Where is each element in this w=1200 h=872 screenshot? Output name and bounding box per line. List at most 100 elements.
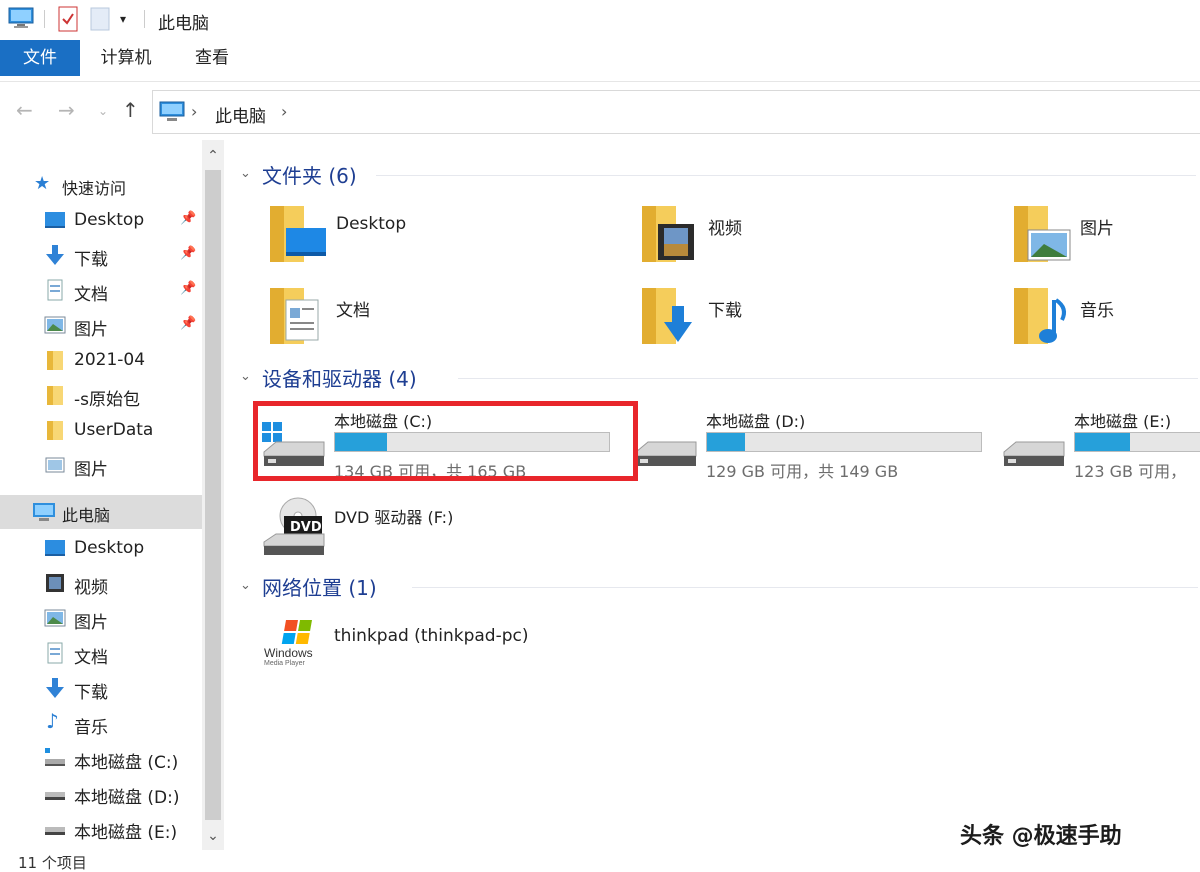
- drive-d[interactable]: 本地磁盘 (D:) 129 GB 可用，共 149 GB: [634, 404, 982, 486]
- scroll-down-icon[interactable]: ⌄: [202, 822, 224, 850]
- sidebar-item-label: 快速访问: [62, 179, 127, 198]
- back-arrow-icon[interactable]: ←: [16, 98, 33, 122]
- forward-arrow-icon[interactable]: →: [58, 98, 75, 122]
- sidebar-item-drive-d[interactable]: 本地磁盘 (D:): [0, 776, 202, 810]
- sidebar-item-label: 图片: [74, 460, 108, 480]
- group-divider: [376, 175, 1196, 176]
- sidebar-item-drive-c[interactable]: 本地磁盘 (C:): [0, 741, 202, 775]
- collapse-chevron-icon[interactable]: ⌄: [240, 369, 251, 384]
- sidebar-scrollbar[interactable]: ⌃ ⌄: [202, 140, 224, 850]
- sidebar-item-folder-userdata[interactable]: UserData: [0, 413, 202, 447]
- sidebar-item-label: 本地磁盘 (C:): [74, 753, 179, 773]
- music-folder-icon: [1012, 286, 1074, 352]
- this-pc-app-icon: [8, 6, 34, 34]
- status-item-count: 11 个项目: [18, 854, 87, 872]
- properties-icon[interactable]: [58, 6, 78, 36]
- picture-icon: [44, 314, 66, 336]
- sidebar-item-pc-pictures[interactable]: 图片: [0, 601, 202, 635]
- folder-name: 图片: [1080, 219, 1114, 239]
- dvd-drive-f[interactable]: DVD DVD 驱动器 (F:): [262, 494, 607, 574]
- video-folder-icon: [640, 204, 702, 270]
- picture-icon: [44, 454, 66, 476]
- sidebar-item-pc-desktop[interactable]: Desktop: [0, 531, 202, 565]
- sidebar-item-label: UserData: [74, 420, 154, 440]
- folder-desktop[interactable]: Desktop: [268, 204, 608, 274]
- pin-icon[interactable]: 📌: [180, 281, 196, 296]
- downloads-folder-icon: [640, 286, 702, 352]
- scroll-thumb[interactable]: [205, 170, 221, 820]
- sidebar-item-quick-access[interactable]: ★ 快速访问: [0, 168, 202, 202]
- sidebar-item-folder-source[interactable]: -s原始包: [0, 378, 202, 412]
- drive-icon: [634, 422, 698, 476]
- drive-icon: [44, 817, 66, 839]
- folder-icon: [44, 419, 66, 441]
- collapse-chevron-icon[interactable]: ⌄: [240, 166, 251, 181]
- toolbar-separator: [44, 10, 45, 28]
- sidebar-item-label: 下载: [74, 683, 108, 703]
- customize-toolbar-icon[interactable]: ▾: [120, 12, 126, 26]
- collapse-chevron-icon[interactable]: ⌄: [240, 578, 251, 593]
- new-folder-icon[interactable]: [90, 6, 110, 36]
- breadcrumb-chevron-icon[interactable]: ›: [281, 102, 287, 121]
- folder-documents[interactable]: 文档: [268, 286, 608, 356]
- sidebar-item-pictures-2[interactable]: 图片: [0, 448, 202, 482]
- group-divider: [412, 587, 1198, 588]
- tab-computer[interactable]: 计算机: [88, 40, 164, 76]
- drive-e[interactable]: 本地磁盘 (E:) 123 GB 可用，: [1002, 404, 1200, 486]
- sidebar-item-label: 本地磁盘 (D:): [74, 788, 180, 808]
- network-item-thinkpad[interactable]: Windows Media Player thinkpad (thinkpad-…: [262, 616, 602, 686]
- group-header-network[interactable]: ⌄ 网络位置 (1): [240, 572, 1198, 602]
- drive-name: 本地磁盘 (D:): [706, 412, 806, 431]
- up-arrow-icon[interactable]: ↑: [122, 98, 139, 122]
- tab-view[interactable]: 查看: [180, 40, 244, 76]
- breadcrumb-chevron-icon[interactable]: ›: [191, 102, 197, 121]
- tab-file[interactable]: 文件: [0, 40, 80, 76]
- folder-downloads[interactable]: 下载: [640, 286, 980, 356]
- folder-pictures[interactable]: 图片: [1012, 204, 1200, 274]
- desktop-icon: [44, 209, 66, 231]
- folder-music[interactable]: 音乐: [1012, 286, 1200, 356]
- folder-name: Desktop: [336, 214, 407, 234]
- sidebar-item-desktop[interactable]: Desktop 📌: [0, 203, 202, 237]
- group-header-folders[interactable]: ⌄ 文件夹 (6): [240, 160, 1196, 190]
- sidebar-item-label: 文档: [74, 648, 108, 668]
- address-bar[interactable]: › 此电脑 ›: [152, 90, 1200, 134]
- sidebar-item-this-pc[interactable]: 此电脑: [0, 495, 202, 529]
- sidebar-item-pc-music[interactable]: ♪ 音乐: [0, 706, 202, 740]
- pin-icon[interactable]: 📌: [180, 211, 196, 226]
- ribbon: 文件 计算机 查看: [0, 40, 1200, 82]
- recent-locations-chevron-icon[interactable]: ⌄: [98, 104, 108, 118]
- pin-icon[interactable]: 📌: [180, 316, 196, 331]
- drive-usage-bar: [1074, 432, 1200, 452]
- sidebar-item-pc-downloads[interactable]: 下载: [0, 671, 202, 705]
- group-title: 文件夹 (6): [262, 164, 357, 188]
- sidebar-item-label: Desktop: [74, 210, 145, 230]
- watermark: 头条 @极速手助: [960, 824, 1122, 849]
- content-pane: ⌄ 文件夹 (6) Desktop 视频 图片 文档 下载 音乐 ⌄ 设备和驱动…: [224, 140, 1200, 872]
- drive-icon: [1002, 422, 1066, 476]
- sidebar-item-pictures[interactable]: 图片 📌: [0, 308, 202, 342]
- group-header-devices[interactable]: ⌄ 设备和驱动器 (4): [240, 363, 1198, 393]
- scroll-up-icon[interactable]: ⌃: [202, 142, 224, 170]
- this-pc-icon: [32, 501, 55, 523]
- sidebar-item-label: 图片: [74, 320, 108, 340]
- toolbar-separator: [144, 10, 145, 28]
- sidebar-item-label: 图片: [74, 613, 108, 633]
- folder-name: 音乐: [1080, 301, 1114, 321]
- pin-icon[interactable]: 📌: [180, 246, 196, 261]
- documents-folder-icon: [268, 286, 330, 352]
- sidebar-item-label: 音乐: [74, 718, 108, 738]
- picture-icon: [44, 607, 66, 629]
- sidebar-item-pc-videos[interactable]: 视频: [0, 566, 202, 600]
- folder-videos[interactable]: 视频: [640, 204, 980, 274]
- breadcrumb-this-pc[interactable]: 此电脑: [215, 102, 266, 127]
- sidebar-item-documents[interactable]: 文档 📌: [0, 273, 202, 307]
- sidebar-item-downloads[interactable]: 下载 📌: [0, 238, 202, 272]
- sidebar-item-folder-2021-04[interactable]: 2021-04: [0, 343, 202, 377]
- sidebar-item-label: 2021-04: [74, 350, 146, 370]
- sidebar-item-label: 文档: [74, 285, 108, 305]
- group-title: 网络位置 (1): [262, 576, 377, 600]
- sidebar-item-drive-e[interactable]: 本地磁盘 (E:): [0, 811, 202, 845]
- sidebar-item-pc-documents[interactable]: 文档: [0, 636, 202, 670]
- network-item-name: thinkpad (thinkpad-pc): [334, 626, 529, 646]
